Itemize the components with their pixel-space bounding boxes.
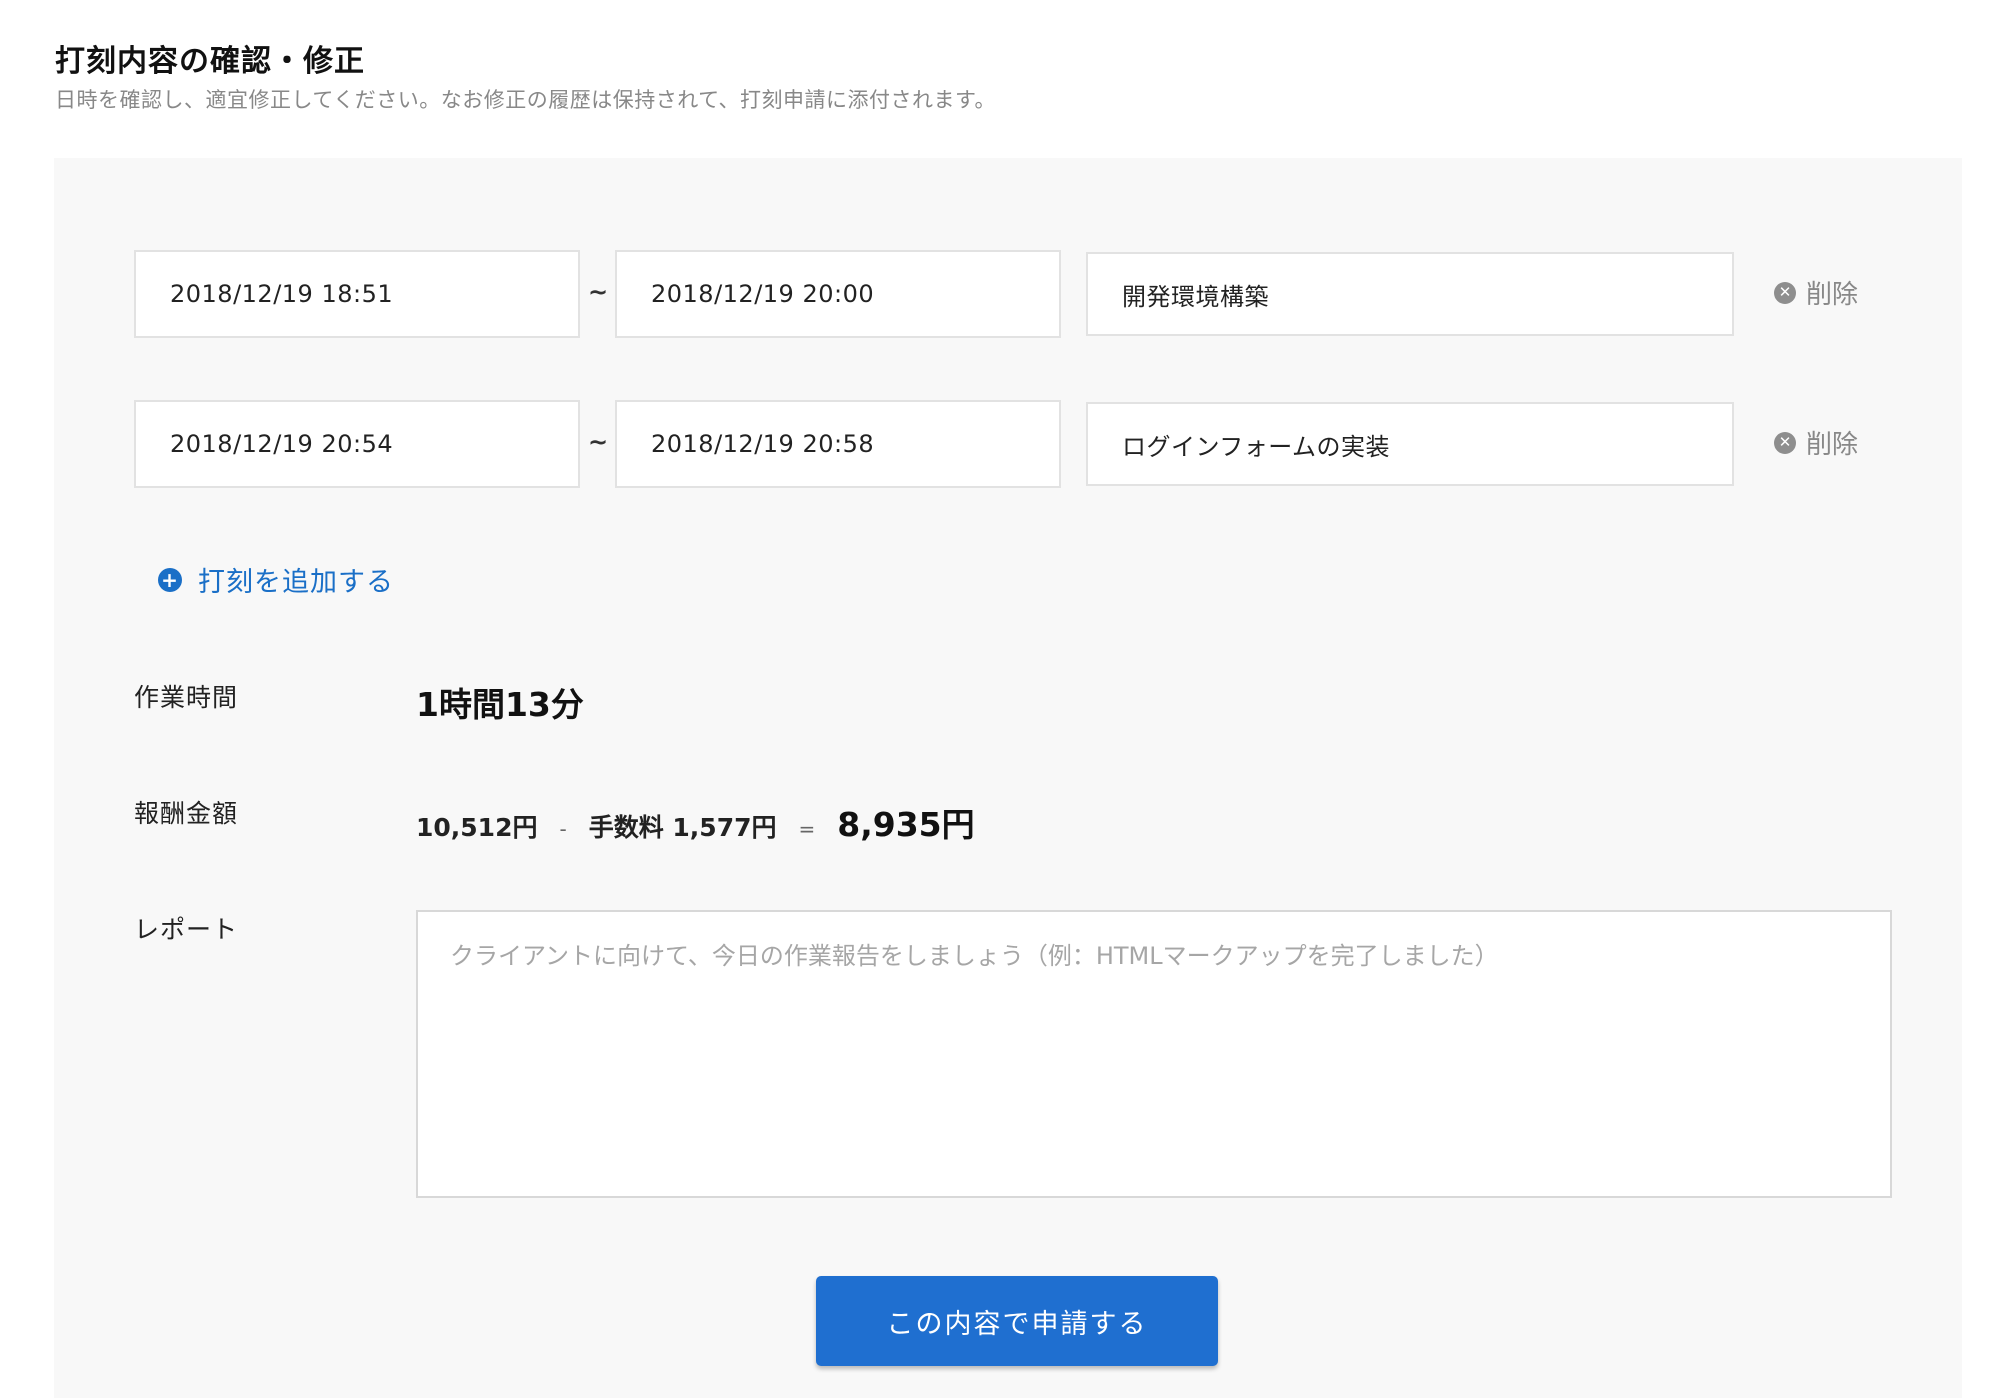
entry-row: 2018/12/19 18:51 ~ 2018/12/19 20:00 開発環境…	[134, 250, 1934, 340]
equals-sign: =	[798, 817, 816, 841]
work-time-label: 作業時間	[134, 683, 239, 712]
minus-sign: -	[559, 817, 567, 841]
task-name-field[interactable]: ログインフォームの実装	[1086, 402, 1734, 486]
start-datetime-field[interactable]: 2018/12/19 18:51	[134, 250, 580, 338]
delete-label: 削除	[1806, 430, 1859, 460]
add-entry-link[interactable]: + 打刻を追加する	[158, 560, 394, 599]
delete-entry-button[interactable]: ✕ 削除	[1774, 274, 1858, 311]
start-datetime-field[interactable]: 2018/12/19 20:54	[134, 400, 580, 488]
submit-button[interactable]: この内容で申請する	[816, 1276, 1218, 1366]
plus-circle-icon: +	[158, 567, 182, 592]
page-title: 打刻内容の確認・修正	[55, 44, 365, 79]
gross-amount: 10,512円	[416, 813, 538, 842]
work-time-value: 1時間13分	[416, 685, 584, 724]
reward-calculation: 10,512円 - 手数料 1,577円 = 8,935円	[416, 798, 975, 846]
delete-entry-button[interactable]: ✕ 削除	[1774, 424, 1858, 461]
fee-amount: 手数料 1,577円	[588, 813, 777, 842]
report-label: レポート	[134, 915, 239, 944]
entry-row: 2018/12/19 20:54 ~ 2018/12/19 20:58 ログイン…	[134, 400, 1934, 490]
end-datetime-field[interactable]: 2018/12/19 20:00	[615, 250, 1061, 338]
add-entry-label: 打刻を追加する	[198, 567, 394, 598]
range-separator: ~	[587, 428, 609, 456]
close-circle-icon: ✕	[1774, 431, 1796, 454]
delete-label: 削除	[1806, 280, 1859, 310]
reward-label: 報酬金額	[134, 799, 239, 828]
report-textarea[interactable]	[416, 910, 1892, 1198]
range-separator: ~	[587, 278, 609, 306]
close-circle-icon: ✕	[1774, 281, 1796, 304]
end-datetime-field[interactable]: 2018/12/19 20:58	[615, 400, 1061, 488]
page-subtitle: 日時を確認し、適宜修正してください。なお修正の履歴は保持されて、打刻申請に添付さ…	[55, 88, 996, 112]
task-name-field[interactable]: 開発環境構築	[1086, 252, 1734, 336]
timesheet-panel: 2018/12/19 18:51 ~ 2018/12/19 20:00 開発環境…	[54, 158, 1962, 1398]
net-amount: 8,935円	[837, 805, 975, 844]
